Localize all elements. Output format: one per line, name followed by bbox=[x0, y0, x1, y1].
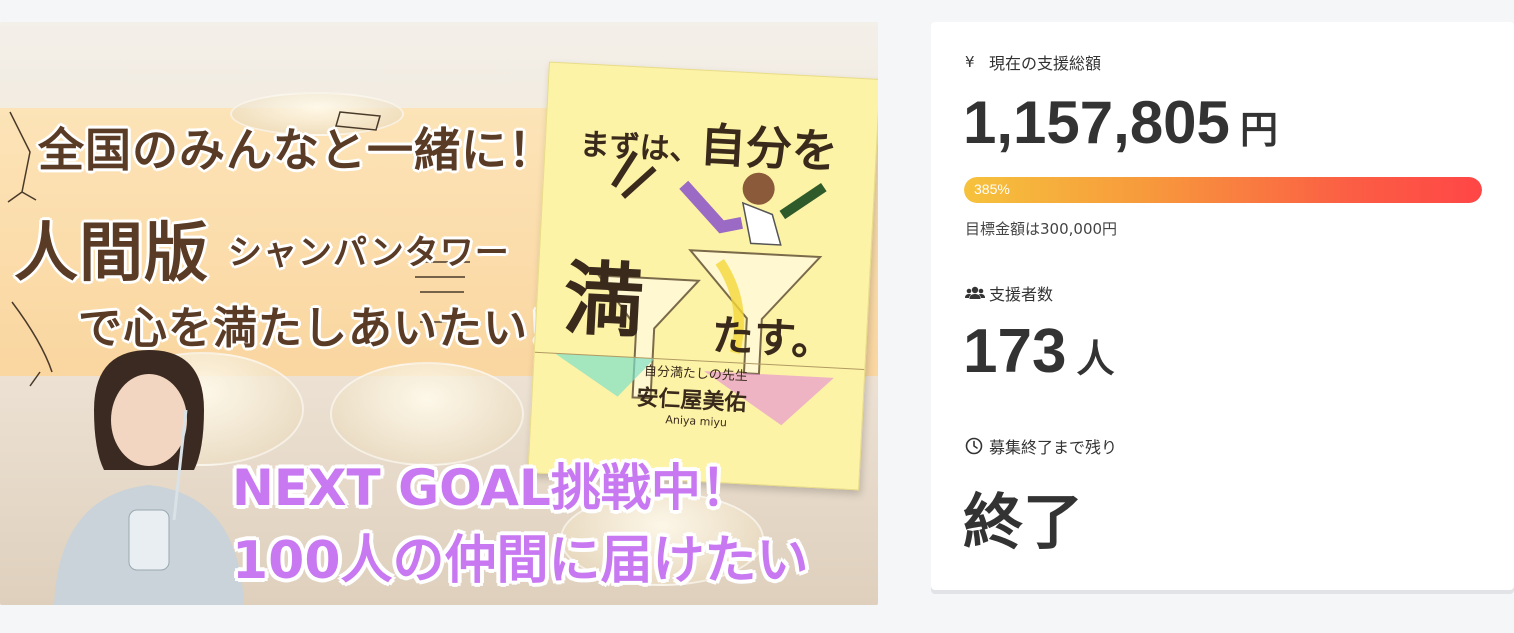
amount-value: 1,157,805 bbox=[963, 89, 1230, 156]
funding-stats-panel: ¥ 現在の支援総額 1,157,805 円 385% 目標金額は300,000円 … bbox=[931, 22, 1514, 590]
project-hero-image: 全国のみんなと一緒に！ 人間版 シャンパンタワー で心を満たしあいたい！ まずは… bbox=[0, 22, 878, 605]
clock-icon bbox=[965, 437, 989, 455]
supporters-value: 173 bbox=[963, 317, 1067, 386]
yen-icon: ¥ bbox=[965, 53, 975, 71]
hero-goal-line2: 100人の仲間に届けたい bbox=[232, 531, 809, 591]
hero-headline-line2: 人間版 bbox=[14, 217, 209, 291]
hero-goal-line1: NEXT GOAL挑戦中！ bbox=[232, 459, 751, 517]
target-amount: 目標金額は300,000円 bbox=[965, 220, 1118, 238]
book-title-big-char: 満 bbox=[561, 251, 646, 349]
hero-headline-line1: 全国のみんなと一緒に！ bbox=[38, 123, 555, 177]
amount-label: 現在の支援総額 bbox=[989, 54, 1102, 73]
remaining-value: 終了 bbox=[963, 488, 1083, 558]
supporters-unit: 人 bbox=[1076, 337, 1115, 381]
book-author: 安仁屋美佑 bbox=[635, 385, 748, 417]
users-icon bbox=[965, 285, 989, 301]
book-cover: まずは、自分を 満 たす。 自分満たしの先生 安仁屋美佑 Aniya miyu bbox=[527, 61, 878, 491]
funding-progress-bar: 385% bbox=[964, 177, 1482, 203]
book-title-part-b: 自分を bbox=[698, 117, 840, 179]
progress-fill bbox=[964, 177, 1482, 203]
remaining-label: 募集終了まで残り bbox=[989, 438, 1118, 457]
amount-value-row: 1,157,805 円 bbox=[963, 88, 1278, 157]
amount-unit: 円 bbox=[1239, 108, 1278, 152]
book-title-part-a: まずは、 bbox=[578, 127, 701, 169]
progress-percent: 385% bbox=[974, 181, 1010, 197]
supporters-value-row: 173 人 bbox=[963, 316, 1114, 387]
remaining-label-row: 募集終了まで残り bbox=[965, 434, 1117, 458]
author-photo bbox=[54, 350, 244, 605]
book-title-line2: たす。 bbox=[710, 310, 835, 366]
amount-label-row: ¥ 現在の支援総額 bbox=[965, 50, 1101, 74]
supporters-label: 支援者数 bbox=[989, 285, 1054, 304]
hero-headline-line3: シャンパンタワー bbox=[228, 233, 510, 273]
book-title-line1: まずは、自分を bbox=[578, 102, 839, 181]
supporters-label-row: 支援者数 bbox=[965, 281, 1053, 305]
